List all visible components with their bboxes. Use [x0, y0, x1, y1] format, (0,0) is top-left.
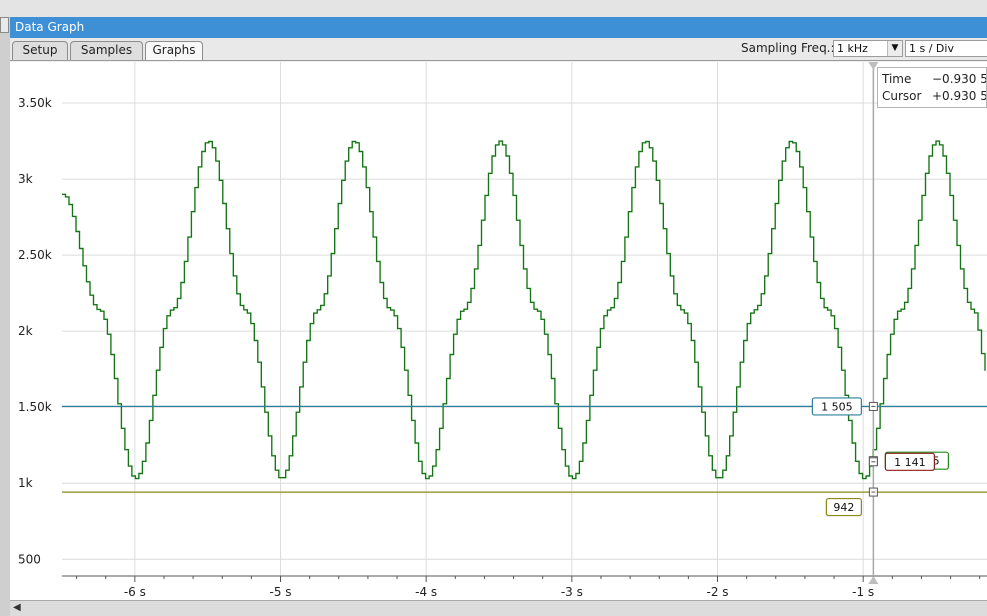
tab-setup[interactable]: Setup	[12, 41, 68, 60]
y-tick-label: 3.50k	[18, 96, 52, 110]
tab-graphs[interactable]: Graphs	[145, 41, 203, 60]
chevron-down-icon[interactable]: ▼	[887, 41, 902, 56]
time-div-value: 1 s / Div	[909, 42, 954, 55]
cursor-value-label: 1 505	[821, 400, 853, 413]
graph-plot[interactable]: 500 1k 1.50k 2k 2.50k 3k 3.50k -6 s -5 s -4 s -3 …	[10, 62, 987, 600]
window-title: Data Graph	[10, 17, 987, 38]
sampling-freq-label: Sampling Freq.:	[741, 41, 835, 55]
x-tick-label: -5 s	[269, 585, 291, 599]
horizontal-scrollbar[interactable]: ◀	[10, 600, 987, 616]
sampling-freq-value: 1 kHz	[837, 42, 868, 55]
x-tick-label: -3 s	[561, 585, 583, 599]
sampling-freq-select[interactable]: 1 kHz ▼	[833, 40, 903, 57]
y-tick-label: 2.50k	[18, 248, 52, 262]
time-value: −0.930 5	[932, 72, 987, 86]
tab-samples[interactable]: Samples	[70, 41, 143, 60]
y-tick-label: 500	[18, 552, 41, 566]
x-tick-label: -1 s	[852, 585, 874, 599]
top-strip	[0, 0, 987, 17]
cursor-readout: Time −0.930 5 Cursor +0.930 5	[877, 67, 987, 108]
cursor-value-label: 942	[833, 501, 854, 514]
time-label: Time	[882, 72, 912, 86]
time-div-select[interactable]: 1 s / Div	[905, 40, 987, 57]
y-tick-label: 1.50k	[18, 400, 52, 414]
y-tick-label: 2k	[18, 324, 33, 338]
y-tick-label: 1k	[18, 476, 33, 490]
x-tick-label: -2 s	[706, 585, 728, 599]
x-tick-label: -6 s	[124, 585, 146, 599]
cursor-value-label: 1 141	[894, 456, 926, 469]
x-tick-label: -4 s	[415, 585, 437, 599]
y-tick-label: 3k	[18, 172, 33, 186]
cursor-label: Cursor	[882, 89, 922, 103]
scroll-left-icon[interactable]: ◀	[13, 602, 21, 613]
cursor-value: +0.930 5	[932, 89, 987, 103]
left-panel-tab[interactable]	[0, 17, 9, 33]
